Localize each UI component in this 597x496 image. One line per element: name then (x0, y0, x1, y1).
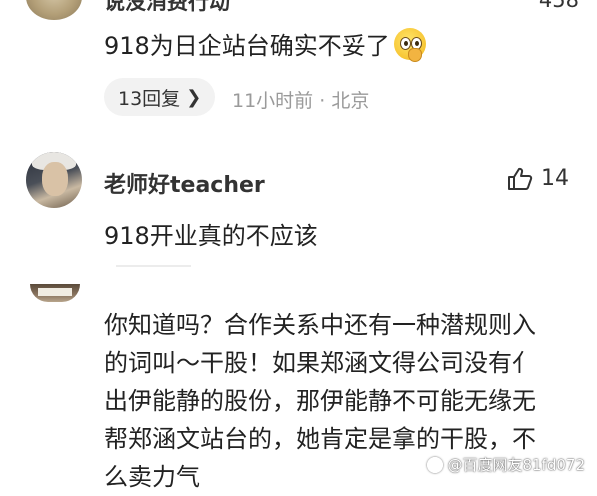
comment-line: 你知道吗？合作关系中还有一种潜规则入 (104, 311, 536, 339)
watermark-icon (427, 456, 444, 473)
like-button[interactable]: 14 (507, 166, 569, 191)
like-count: 14 (541, 166, 569, 191)
avatar[interactable] (30, 284, 80, 302)
replies-button[interactable]: 13回复 ❯ (104, 78, 216, 116)
comment-location: 北京 (331, 90, 370, 112)
comment-line: 出伊能静的股份，那伊能静不可能无缘无 (104, 387, 536, 415)
chevron-right-icon: ❯ (186, 86, 202, 108)
watermark: @百度网友81fd072 (427, 454, 585, 475)
comment-text: 918开业真的不应该 (104, 222, 318, 250)
thumbs-up-icon (508, 167, 533, 190)
comment-username[interactable]: 说没消费行动 (104, 0, 230, 16)
comment-meta: 11小时前 · 北京 (232, 86, 369, 113)
like-count[interactable]: 458 (539, 0, 579, 12)
comment-username[interactable]: 老师好teacher (104, 167, 265, 199)
avatar[interactable] (26, 152, 82, 208)
divider (116, 265, 191, 267)
comment-text-content: 918为日企站台确实不妥了 (104, 32, 390, 60)
avatar[interactable] (26, 0, 82, 20)
meta-separator: · (319, 90, 326, 112)
replies-count-label: 13回复 (118, 87, 181, 110)
peeking-face-emoji-icon (393, 28, 426, 62)
comment-line: 的词叫～干股！如果郑涵文得公司没有亻 (104, 349, 536, 377)
comment-time: 11小时前 (232, 90, 314, 112)
comment-text: 918为日企站台确实不妥了 (104, 26, 426, 62)
watermark-text: @百度网友81fd072 (447, 456, 585, 474)
comment-line: 帮郑涵文站台的，她肯定是拿的干股，不 (104, 425, 536, 453)
